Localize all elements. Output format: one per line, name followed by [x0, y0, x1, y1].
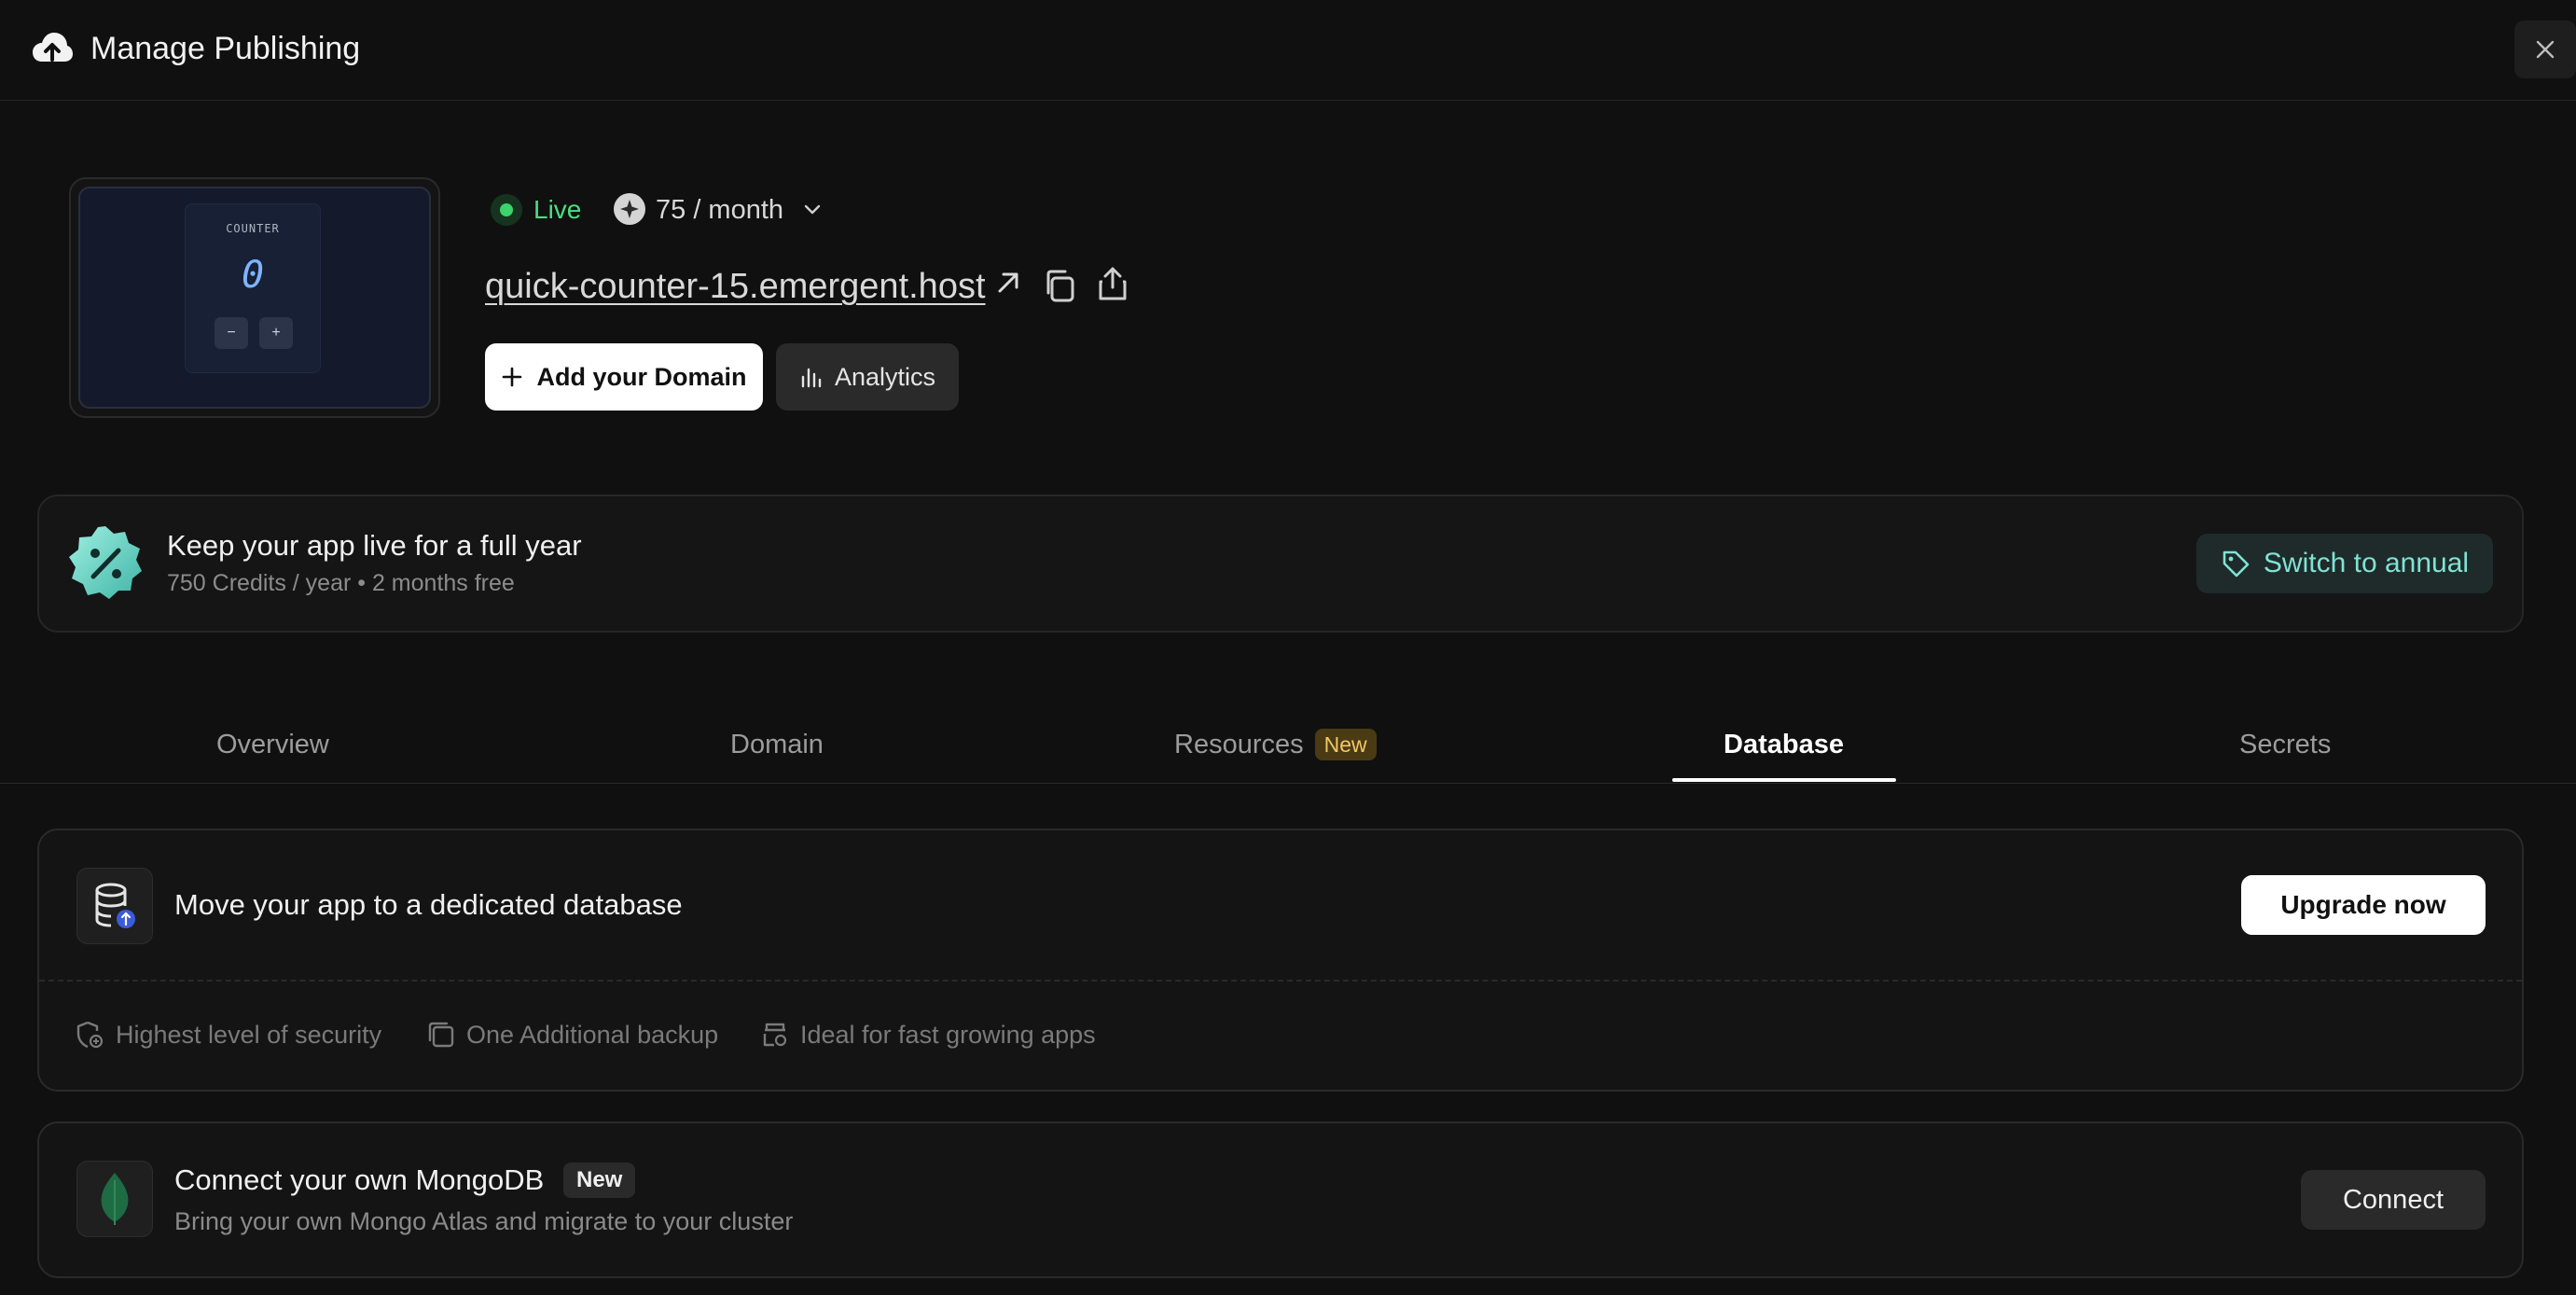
live-status-indicator [491, 194, 522, 226]
new-badge: New [1314, 729, 1377, 760]
analytics-label: Analytics [834, 362, 936, 391]
feature-security: Highest level of security [75, 1019, 381, 1051]
mongodb-subtitle: Bring your own Mongo Atlas and migrate t… [174, 1207, 794, 1235]
backup-icon [428, 1022, 454, 1048]
connect-button[interactable]: Connect [2301, 1170, 2486, 1230]
close-icon [2536, 40, 2555, 59]
card-divider [39, 980, 2522, 982]
tab-resources[interactable]: Resources New [1174, 726, 1377, 763]
switch-to-annual-button[interactable]: Switch to annual [2196, 534, 2493, 593]
plan-price[interactable]: 75 / month [656, 194, 783, 226]
plus-icon [503, 367, 522, 387]
preview-minus-button: − [215, 317, 248, 349]
tab-overview[interactable]: Overview [216, 726, 329, 763]
app-url-link[interactable]: quick-counter-15.emergent.host [485, 263, 986, 310]
mongodb-title: Connect your own MongoDB [174, 1163, 545, 1196]
modal-header [0, 0, 2576, 101]
annual-plan-banner [37, 494, 2524, 633]
copy-icon[interactable] [1041, 267, 1078, 304]
feature-growth: Ideal for fast growing apps [761, 1019, 1096, 1051]
feature-security-label: Highest level of security [116, 1021, 382, 1049]
bar-chart-icon [801, 368, 822, 388]
tab-domain[interactable]: Domain [730, 726, 824, 763]
credits-icon [614, 193, 645, 225]
banner-title: Keep your app live for a full year [167, 529, 582, 562]
external-link-icon[interactable] [994, 269, 1022, 297]
tag-icon [2223, 550, 2250, 578]
shield-icon [76, 1021, 104, 1049]
dedicated-database-title: Move your app to a dedicated database [174, 888, 683, 921]
mongodb-card [37, 1121, 2524, 1278]
active-tab-indicator [1672, 778, 1896, 782]
feature-growth-label: Ideal for fast growing apps [800, 1021, 1096, 1049]
chevron-down-icon[interactable] [800, 198, 824, 222]
discount-badge-icon [69, 526, 142, 599]
feature-backup: One Additional backup [427, 1019, 718, 1051]
database-icon [76, 868, 153, 944]
add-domain-label: Add your Domain [536, 362, 747, 391]
analytics-button[interactable]: Analytics [776, 343, 959, 411]
banner-subtitle: 750 Credits / year • 2 months free [167, 570, 515, 596]
dedicated-database-card [37, 829, 2524, 1092]
upgrade-now-button[interactable]: Upgrade now [2241, 875, 2486, 935]
preview-counter-value: 0 [241, 254, 265, 297]
preview-counter-label: COUNTER [226, 222, 280, 235]
new-badge: New [563, 1163, 636, 1198]
growth-icon [763, 1023, 787, 1047]
switch-to-annual-label: Switch to annual [2263, 548, 2470, 578]
mongodb-leaf-icon [76, 1161, 153, 1237]
feature-backup-label: One Additional backup [466, 1021, 719, 1049]
preview-plus-button: + [259, 317, 293, 349]
tab-secrets[interactable]: Secrets [2239, 726, 2331, 763]
close-button[interactable] [2514, 21, 2576, 78]
add-domain-button[interactable]: Add your Domain [485, 343, 763, 411]
cloud-upload-icon [33, 33, 73, 62]
tab-database[interactable]: Database [1724, 726, 1844, 763]
share-icon[interactable] [1095, 265, 1130, 302]
tab-resources-label: Resources [1174, 730, 1304, 759]
page-title: Manage Publishing [90, 31, 361, 66]
live-status-label: Live [533, 195, 582, 224]
